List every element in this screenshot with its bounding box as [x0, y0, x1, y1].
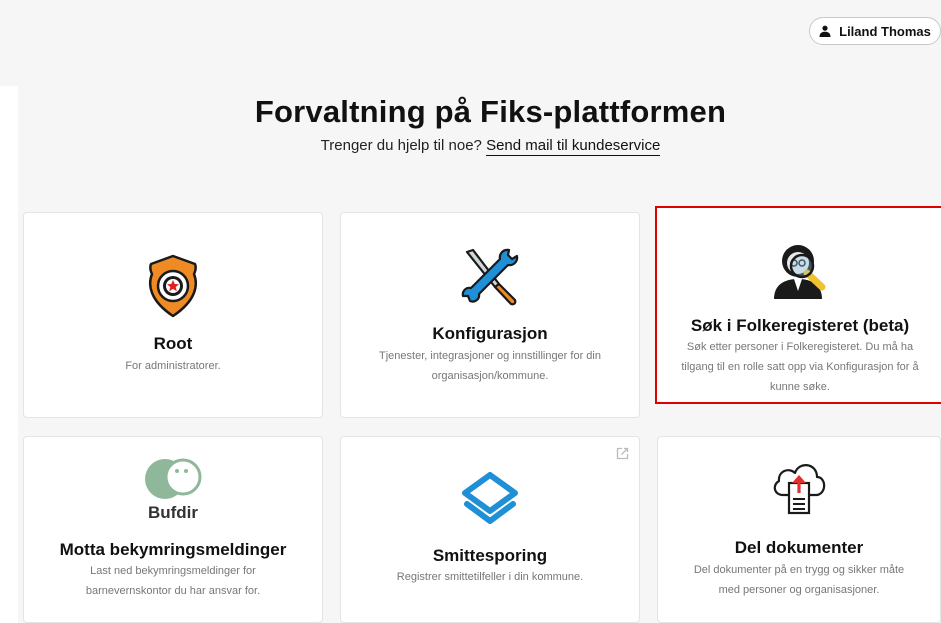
card-konfigurasjon[interactable]: Konfigurasjon Tjenester, integrasjoner o…	[340, 212, 640, 418]
user-icon	[819, 25, 831, 37]
help-line: Trenger du hjelp til noe? Send mail til …	[0, 137, 941, 156]
card-del-dokumenter-description: Del dokumenter på en trygg og sikker måt…	[693, 564, 905, 596]
card-konfigurasjon-description: Tjenester, integrasjoner og innstillinge…	[379, 350, 601, 382]
external-link-icon	[616, 447, 629, 460]
card-smittesporing-title: Smittesporing	[432, 546, 548, 565]
card-folkeregisteret-title: Søk i Folkeregisteret (beta)	[690, 316, 910, 335]
page-title: Forvaltning på Fiks-plattformen	[254, 94, 727, 129]
layers-icon	[462, 472, 518, 524]
card-folkeregisteret-description: Søk etter personer i Folkeregisteret. Du…	[681, 341, 919, 393]
card-bekymringsmeldinger-title: Motta bekymringsmeldinger	[59, 540, 287, 559]
top-band	[0, 0, 941, 86]
support-mail-link[interactable]: Send mail til kundeservice	[486, 137, 661, 156]
user-menu-button[interactable]: Liland Thomas	[809, 17, 941, 45]
card-root[interactable]: Root For administratorer.	[23, 212, 323, 418]
bufdir-logo-text: Bufdir	[147, 503, 199, 522]
card-bekymringsmeldinger-description: Last ned bekymringsmeldinger for barneve…	[85, 565, 261, 597]
person-search-icon	[774, 245, 826, 299]
card-smittesporing[interactable]: Smittesporing Registrer smittetilfeller …	[340, 436, 640, 623]
card-root-title: Root	[153, 334, 193, 353]
help-text: Trenger du hjelp til noe?	[320, 137, 482, 154]
card-bekymringsmeldinger[interactable]: Bufdir Motta bekymringsmeldinger Last ne…	[23, 436, 323, 623]
card-root-description: For administratorer.	[125, 360, 221, 372]
card-smittesporing-description: Registrer smittetilfeller i din kommune.	[396, 571, 584, 583]
tools-icon	[461, 248, 519, 306]
bufdir-logo	[145, 458, 202, 499]
card-konfigurasjon-title: Konfigurasjon	[432, 324, 548, 343]
user-name: Liland Thomas	[839, 23, 931, 39]
card-del-dokumenter[interactable]: Del dokumenter Del dokumenter på en tryg…	[657, 436, 941, 623]
cloud-upload-icon	[773, 464, 826, 515]
card-folkeregisteret[interactable]: Søk i Folkeregisteret (beta) Søk etter p…	[655, 206, 941, 404]
card-del-dokumenter-title: Del dokumenter	[734, 538, 864, 557]
police-badge-icon	[148, 254, 198, 318]
